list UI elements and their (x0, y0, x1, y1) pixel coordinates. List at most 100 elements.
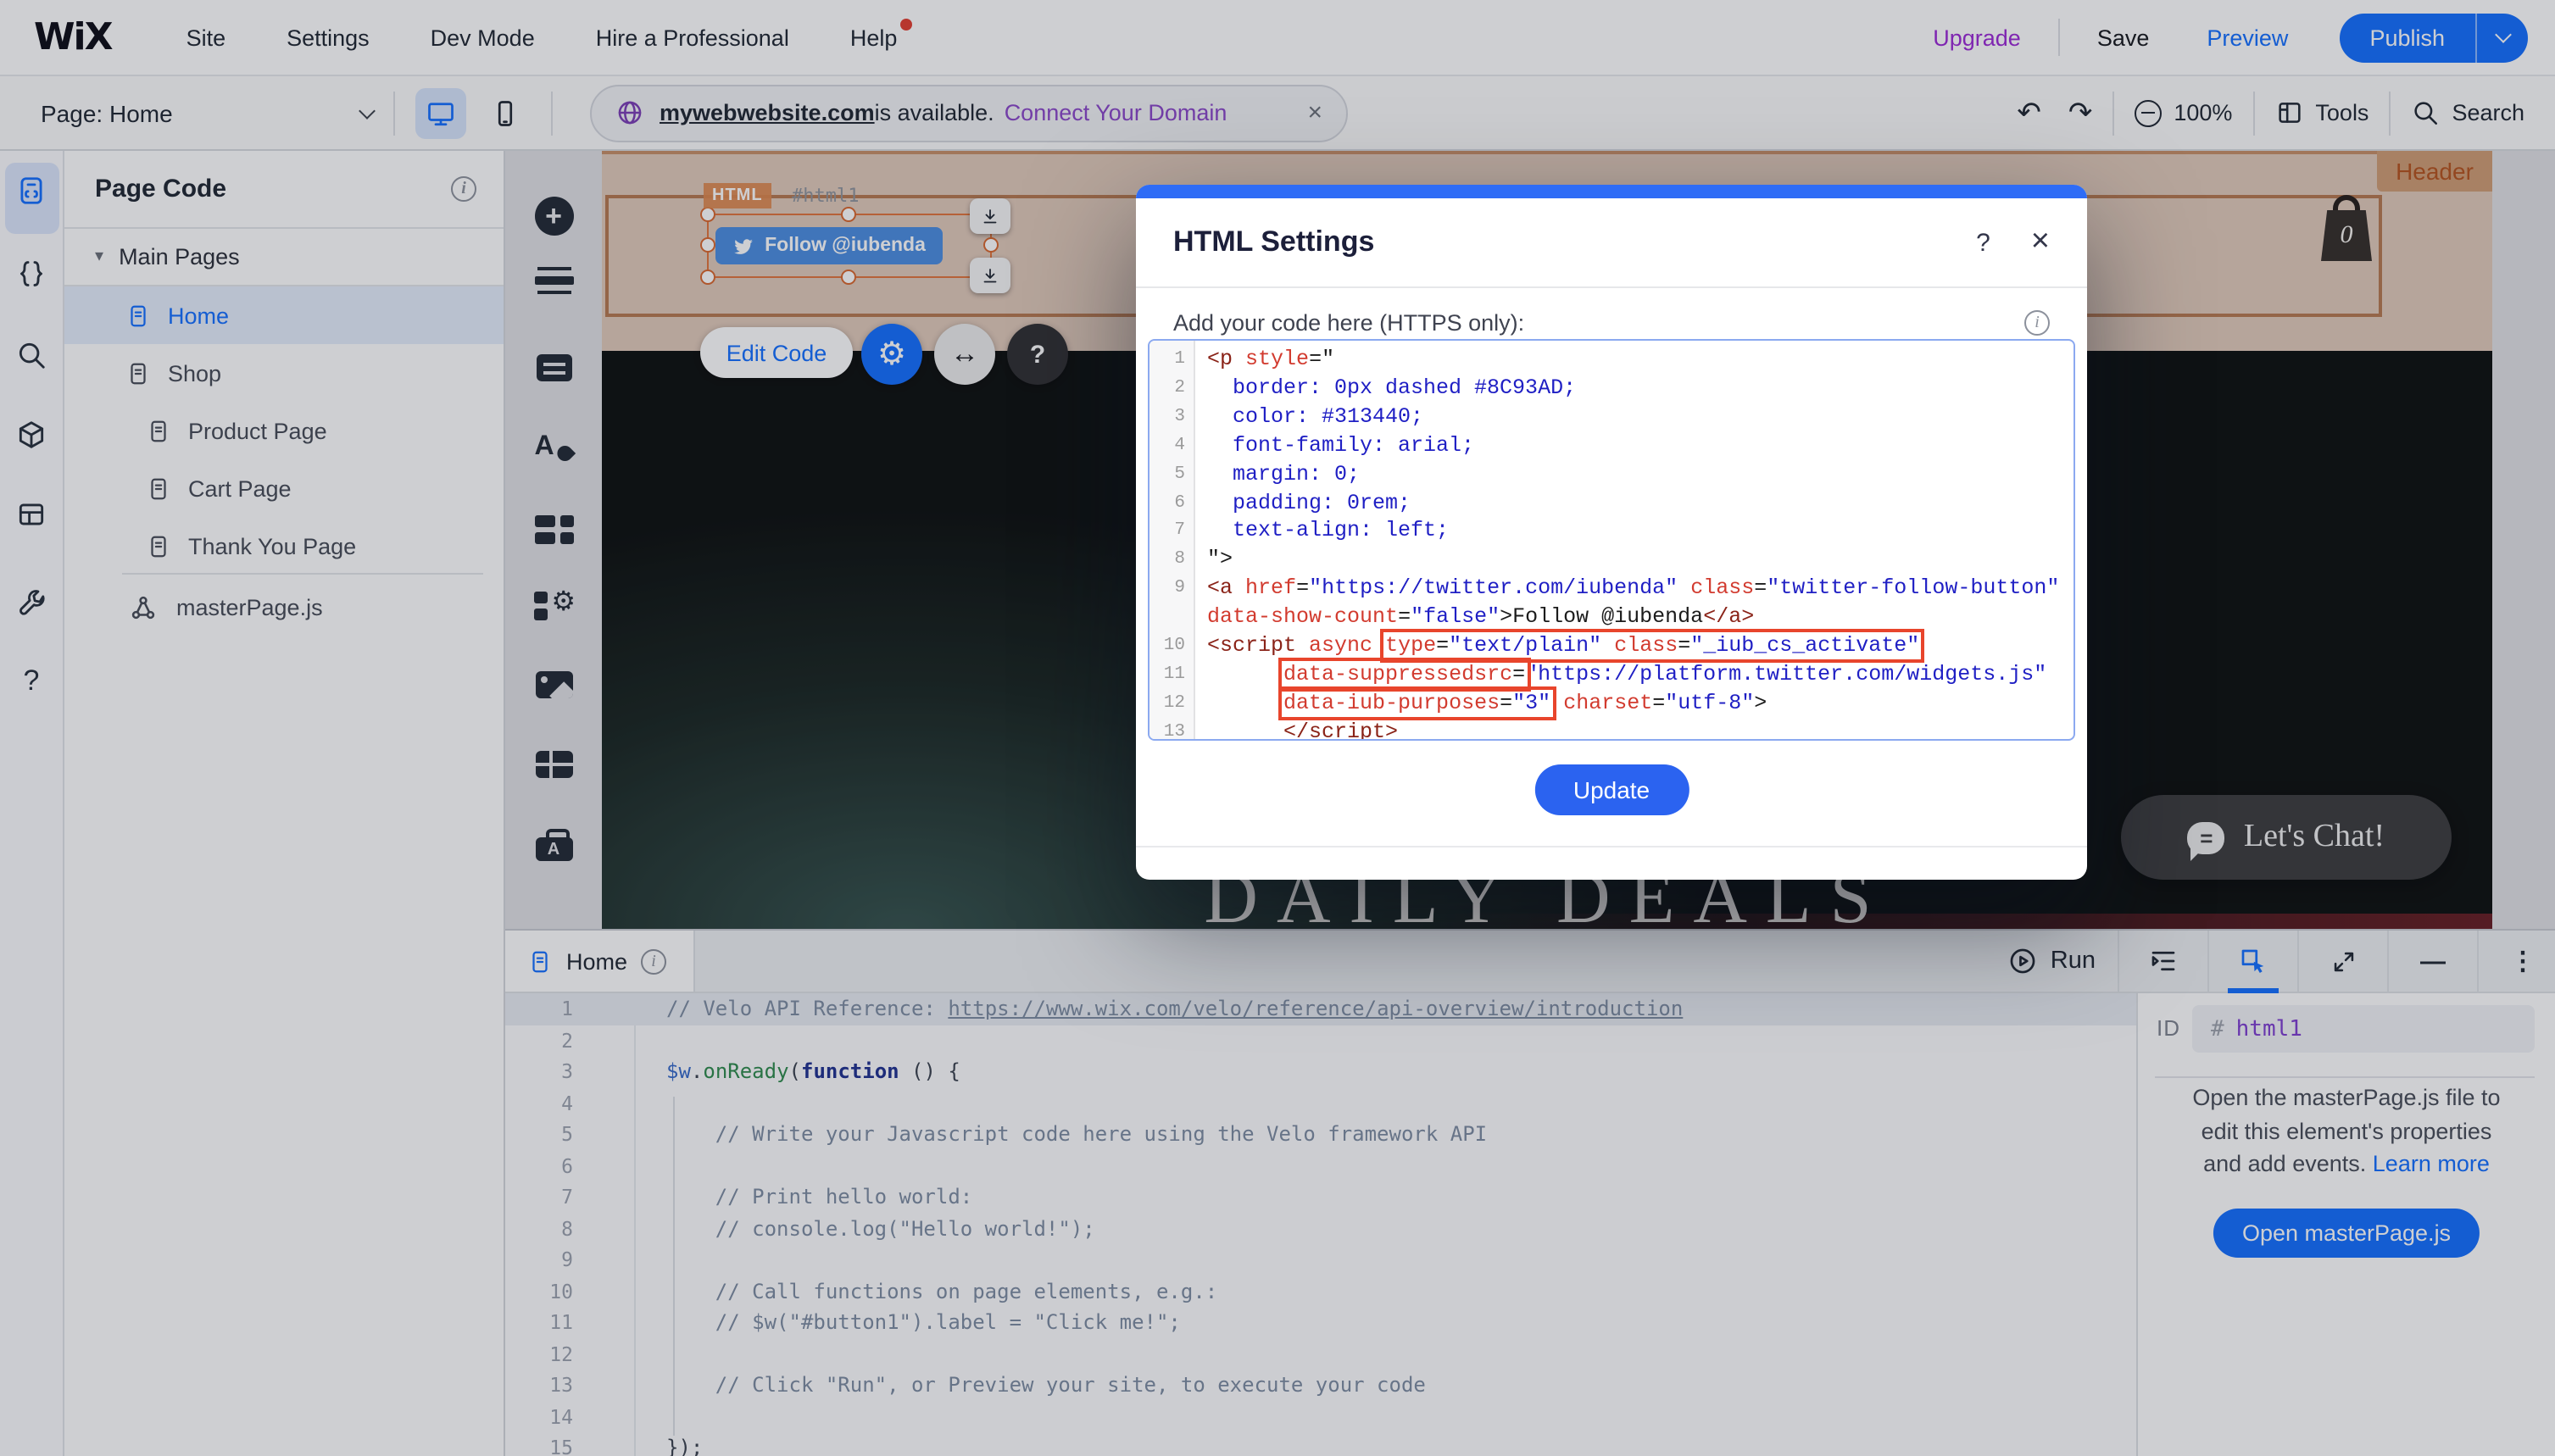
settings-gear-button[interactable]: ⚙ (861, 324, 922, 385)
code-line[interactable]: 14 (505, 1401, 2136, 1432)
gridtable-icon[interactable] (535, 751, 572, 778)
tab-home[interactable]: Home i (505, 931, 695, 992)
code-line[interactable]: 1// Velo API Reference: https://www.wix.… (505, 993, 2136, 1025)
html-code-editor[interactable]: 1<p style="2 border: 0px dashed #8C93AD;… (1148, 339, 2075, 741)
publish-dropdown-button[interactable] (2477, 13, 2528, 62)
menu-item-hire-a-professional[interactable]: Hire a Professional (596, 25, 789, 50)
code-line[interactable]: 2 border: 0px dashed #8C93AD; (1149, 375, 2074, 403)
selection-handle[interactable] (983, 237, 999, 253)
open-masterpage-button[interactable]: Open masterPage.js (2213, 1209, 2480, 1258)
undo-button[interactable]: ↶ (2017, 96, 2041, 130)
redo-button[interactable]: ↷ (2068, 96, 2093, 130)
code-line[interactable]: 11 // $w("#button1").label = "Click me!"… (505, 1307, 2136, 1338)
element-id-field[interactable]: # html1 (2192, 1005, 2535, 1053)
header-zone-label[interactable]: Header (2377, 151, 2492, 192)
question-icon[interactable]: ? (11, 661, 52, 702)
velo-code-editor[interactable]: 1// Velo API Reference: https://www.wix.… (505, 993, 2136, 1456)
mobile-view-button[interactable] (480, 87, 531, 138)
code-line[interactable]: 5 margin: 0; (1149, 460, 2074, 489)
pagecode-icon[interactable] (11, 169, 52, 210)
code-line[interactable]: 8"> (1149, 547, 2074, 575)
update-button[interactable]: Update (1534, 764, 1689, 815)
tools-button[interactable]: Tools (2274, 98, 2369, 127)
dock-top-button[interactable] (970, 198, 1010, 234)
code-line[interactable]: 11 data-suppressedsrc="https://platform.… (1149, 661, 2074, 690)
code-line[interactable]: data-show-count="false">Follow @iubenda<… (1149, 603, 2074, 632)
add-icon[interactable]: + (534, 197, 573, 236)
info-icon[interactable]: i (451, 176, 476, 202)
code-line[interactable]: 6 (505, 1150, 2136, 1181)
cube-icon[interactable] (11, 414, 52, 454)
briefcase-icon[interactable]: A (535, 829, 572, 861)
card-icon[interactable] (536, 354, 571, 381)
sidebar-item-product-page[interactable]: Product Page (64, 402, 504, 459)
code-line[interactable]: 8 // console.log("Hello world!"); (505, 1213, 2136, 1244)
learn-more-link[interactable]: Learn more (2373, 1151, 2490, 1176)
code-line[interactable]: 10 // Call functions on page elements, e… (505, 1275, 2136, 1307)
code-line[interactable]: 9 (505, 1244, 2136, 1275)
stretch-button[interactable]: ↔ (934, 324, 995, 385)
textdrop-icon[interactable]: A (534, 434, 572, 461)
info-icon[interactable]: i (641, 948, 666, 974)
help-icon[interactable]: ? (1976, 228, 1990, 257)
info-icon[interactable]: i (2024, 310, 2050, 336)
save-button[interactable]: Save (2097, 25, 2150, 50)
zoom-control[interactable]: 100% (2135, 99, 2232, 126)
code-line[interactable]: 9<a href="https://twitter.com/iubenda" c… (1149, 575, 2074, 604)
expand-panel-button[interactable] (2321, 931, 2365, 992)
publish-button[interactable]: Publish (2339, 13, 2528, 62)
upgrade-link[interactable]: Upgrade (1933, 25, 2021, 50)
sidebar-item-masterpage[interactable]: masterPage.js (64, 578, 504, 636)
sidebar-item-thank-you-page[interactable]: Thank You Page (64, 517, 504, 575)
selection-handle[interactable] (700, 270, 715, 285)
lets-chat-button[interactable]: = Let's Chat! (2121, 795, 2452, 880)
close-icon[interactable]: × (2031, 231, 2050, 254)
preview-button[interactable]: Preview (2207, 25, 2288, 50)
menu-item-dev-mode[interactable]: Dev Mode (431, 25, 535, 50)
more-options-button[interactable]: ⋮ (2501, 931, 2545, 992)
wrench-icon[interactable] (11, 583, 52, 624)
code-line[interactable]: 7 text-align: left; (1149, 518, 2074, 547)
selection-box[interactable] (707, 214, 992, 278)
code-line[interactable]: 3$w.onReady(function () { (505, 1056, 2136, 1087)
minimize-panel-button[interactable]: — (2411, 931, 2455, 992)
selection-handle[interactable] (700, 207, 715, 222)
menu-item-help[interactable]: Help (850, 25, 898, 50)
tableicon-icon[interactable] (11, 493, 52, 534)
sidebar-item-cart-page[interactable]: Cart Page (64, 459, 504, 517)
braces-icon[interactable] (11, 253, 52, 293)
selection-handle[interactable] (841, 207, 856, 222)
format-code-button[interactable] (2141, 931, 2185, 992)
menu-item-site[interactable]: Site (186, 25, 226, 50)
dock-bottom-button[interactable] (970, 258, 1010, 293)
code-line[interactable]: 10<script async type="text/plain" class=… (1149, 632, 2074, 661)
selection-handle[interactable] (841, 270, 856, 285)
zoom-out-icon[interactable] (2135, 99, 2162, 126)
code-line[interactable]: 1<p style=" (1149, 346, 2074, 375)
run-button[interactable]: Run (2008, 946, 2096, 976)
code-line[interactable]: 5 // Write your Javascript code here usi… (505, 1119, 2136, 1150)
code-line[interactable]: 7 // Print hello world: (505, 1181, 2136, 1213)
search-button[interactable]: Search (2411, 98, 2524, 127)
help-bubble-button[interactable]: ? (1007, 324, 1068, 385)
wix-logo[interactable]: WiX (34, 16, 112, 58)
search-icon[interactable] (11, 334, 52, 375)
desktop-view-button[interactable] (415, 87, 466, 138)
domain-link[interactable]: mywebwebsite.com (660, 100, 875, 125)
sidebar-item-home[interactable]: Home (64, 286, 504, 344)
select-element-tool[interactable] (2231, 931, 2275, 992)
code-line[interactable]: 15}); (505, 1432, 2136, 1456)
code-line[interactable]: 4 font-family: arial; (1149, 431, 2074, 460)
cart-widget[interactable]: 0 (2321, 195, 2372, 261)
grid4-icon[interactable] (534, 515, 573, 544)
code-line[interactable]: 4 (505, 1087, 2136, 1119)
menu-item-settings[interactable]: Settings (287, 25, 370, 50)
code-line[interactable]: 13 </script> (1149, 719, 2074, 741)
strip-icon[interactable] (534, 276, 573, 285)
selection-handle[interactable] (700, 237, 715, 253)
media-icon[interactable] (535, 671, 572, 698)
edit-code-button[interactable]: Edit Code (700, 327, 853, 378)
domain-bar[interactable]: mywebwebsite.com is available. Connect Y… (590, 84, 1348, 142)
sidebar-item-shop[interactable]: Shop (64, 344, 504, 402)
page-selector[interactable]: Page: Home (41, 99, 373, 126)
